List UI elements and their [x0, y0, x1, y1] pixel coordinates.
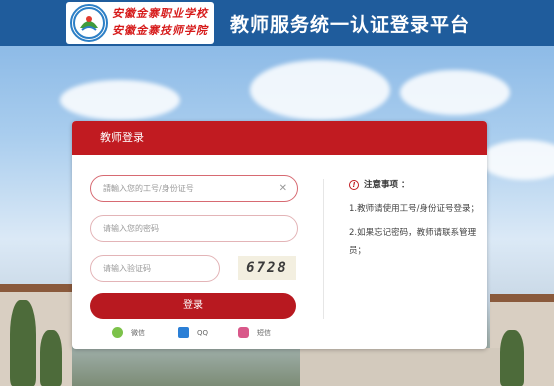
qq-login[interactable]: QQ [178, 327, 208, 338]
sms-icon [238, 327, 249, 338]
school-name-line1: 安徽金寨职业学校 [112, 7, 208, 20]
login-button[interactable]: 登录 [90, 293, 296, 319]
password-input-placeholder: 请输入您的密码 [103, 224, 159, 233]
captcha-input-placeholder: 请输入验证码 [103, 264, 151, 273]
wechat-login[interactable]: 微信 [112, 327, 145, 338]
clear-icon[interactable]: ✕ [279, 176, 287, 201]
login-card: 教师登录 請輸入您的工号/身份证号 ✕ 请输入您的密码 请输入验证码 6728 … [72, 121, 487, 349]
school-logo-icon [70, 4, 108, 42]
id-input-placeholder: 請輸入您的工号/身份证号 [103, 184, 194, 193]
wechat-icon [112, 327, 123, 338]
captcha-image[interactable]: 6728 [238, 256, 296, 280]
sms-login[interactable]: 短信 [238, 327, 271, 338]
notice-item: 2.如果忘记密码，教师请联系管理员； [349, 228, 477, 256]
qq-icon [178, 327, 189, 338]
notice-item: 1.教师请使用工号/身份证号登录； [349, 204, 479, 214]
password-input[interactable]: 请输入您的密码 [90, 215, 298, 242]
warning-icon: ! [349, 180, 359, 190]
qq-label: QQ [197, 328, 209, 337]
notice-title: ! 注意事项 ： [349, 176, 479, 194]
notice-panel: ! 注意事项 ： 1.教师请使用工号/身份证号登录； 2.如果忘记密码，教师请联… [349, 176, 479, 260]
wechat-label: 微信 [131, 328, 145, 337]
school-name-line2: 安徽金寨技师学院 [112, 24, 208, 37]
top-header-bar: 安徽金寨职业学校 安徽金寨技师学院 教师服务统一认证登录平台 [0, 0, 554, 46]
id-input[interactable]: 請輸入您的工号/身份证号 ✕ [90, 175, 298, 202]
vertical-divider [323, 179, 324, 319]
login-card-title: 教师登录 [72, 121, 487, 155]
captcha-input[interactable]: 请输入验证码 [90, 255, 220, 282]
social-login-row: 微信 QQ 短信 [112, 327, 312, 341]
school-name: 安徽金寨职业学校 安徽金寨技师学院 [112, 5, 212, 39]
sms-label: 短信 [257, 328, 271, 337]
notice-title-text: 注意事项 ： [364, 180, 410, 190]
platform-title: 教师服务统一认证登录平台 [230, 14, 471, 36]
